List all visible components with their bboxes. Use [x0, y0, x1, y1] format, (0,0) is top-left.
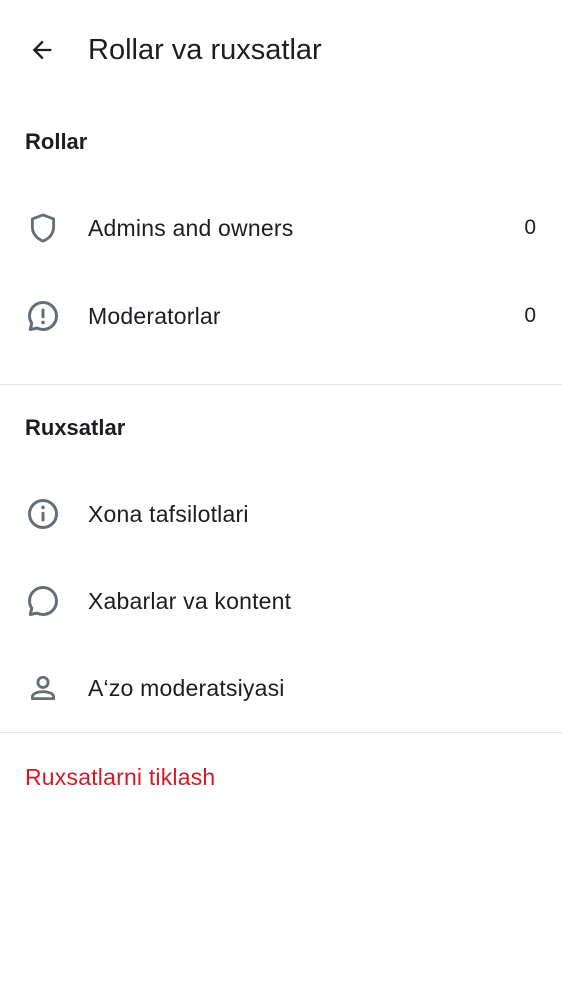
section-header-permissions: Ruxsatlar: [25, 415, 126, 440]
role-row-admins[interactable]: Admins and owners 0: [0, 188, 562, 268]
top-app-bar: Rollar va ruxsatlar: [0, 0, 562, 100]
chat-bubble-icon: [25, 583, 61, 619]
role-member-count: 0: [524, 304, 536, 327]
section-divider: [0, 732, 562, 733]
back-button[interactable]: [18, 26, 66, 74]
shield-icon: [25, 210, 61, 246]
section-header-roles: Rollar: [25, 129, 88, 154]
permission-label: Xabarlar va kontent: [88, 588, 292, 614]
role-label: Admins and owners: [88, 215, 294, 241]
chat-alert-icon: [25, 298, 61, 334]
arrow-left-icon: [28, 36, 56, 64]
permission-row-member-moderation[interactable]: A‘zo moderatsiyasi: [0, 648, 562, 728]
info-icon: [25, 496, 61, 532]
role-row-moderators[interactable]: Moderatorlar 0: [0, 276, 562, 356]
page-title: Rollar va ruxsatlar: [88, 34, 322, 66]
permission-label: A‘zo moderatsiyasi: [88, 675, 285, 701]
role-label: Moderatorlar: [88, 303, 221, 329]
permission-label: Xona tafsilotlari: [88, 501, 249, 527]
permission-row-messages-content[interactable]: Xabarlar va kontent: [0, 561, 562, 641]
role-member-count: 0: [524, 216, 536, 239]
permission-row-room-details[interactable]: Xona tafsilotlari: [0, 474, 562, 554]
reset-permissions-button[interactable]: Ruxsatlarni tiklash: [25, 760, 215, 794]
section-divider: [0, 384, 562, 385]
user-icon: [25, 670, 61, 706]
